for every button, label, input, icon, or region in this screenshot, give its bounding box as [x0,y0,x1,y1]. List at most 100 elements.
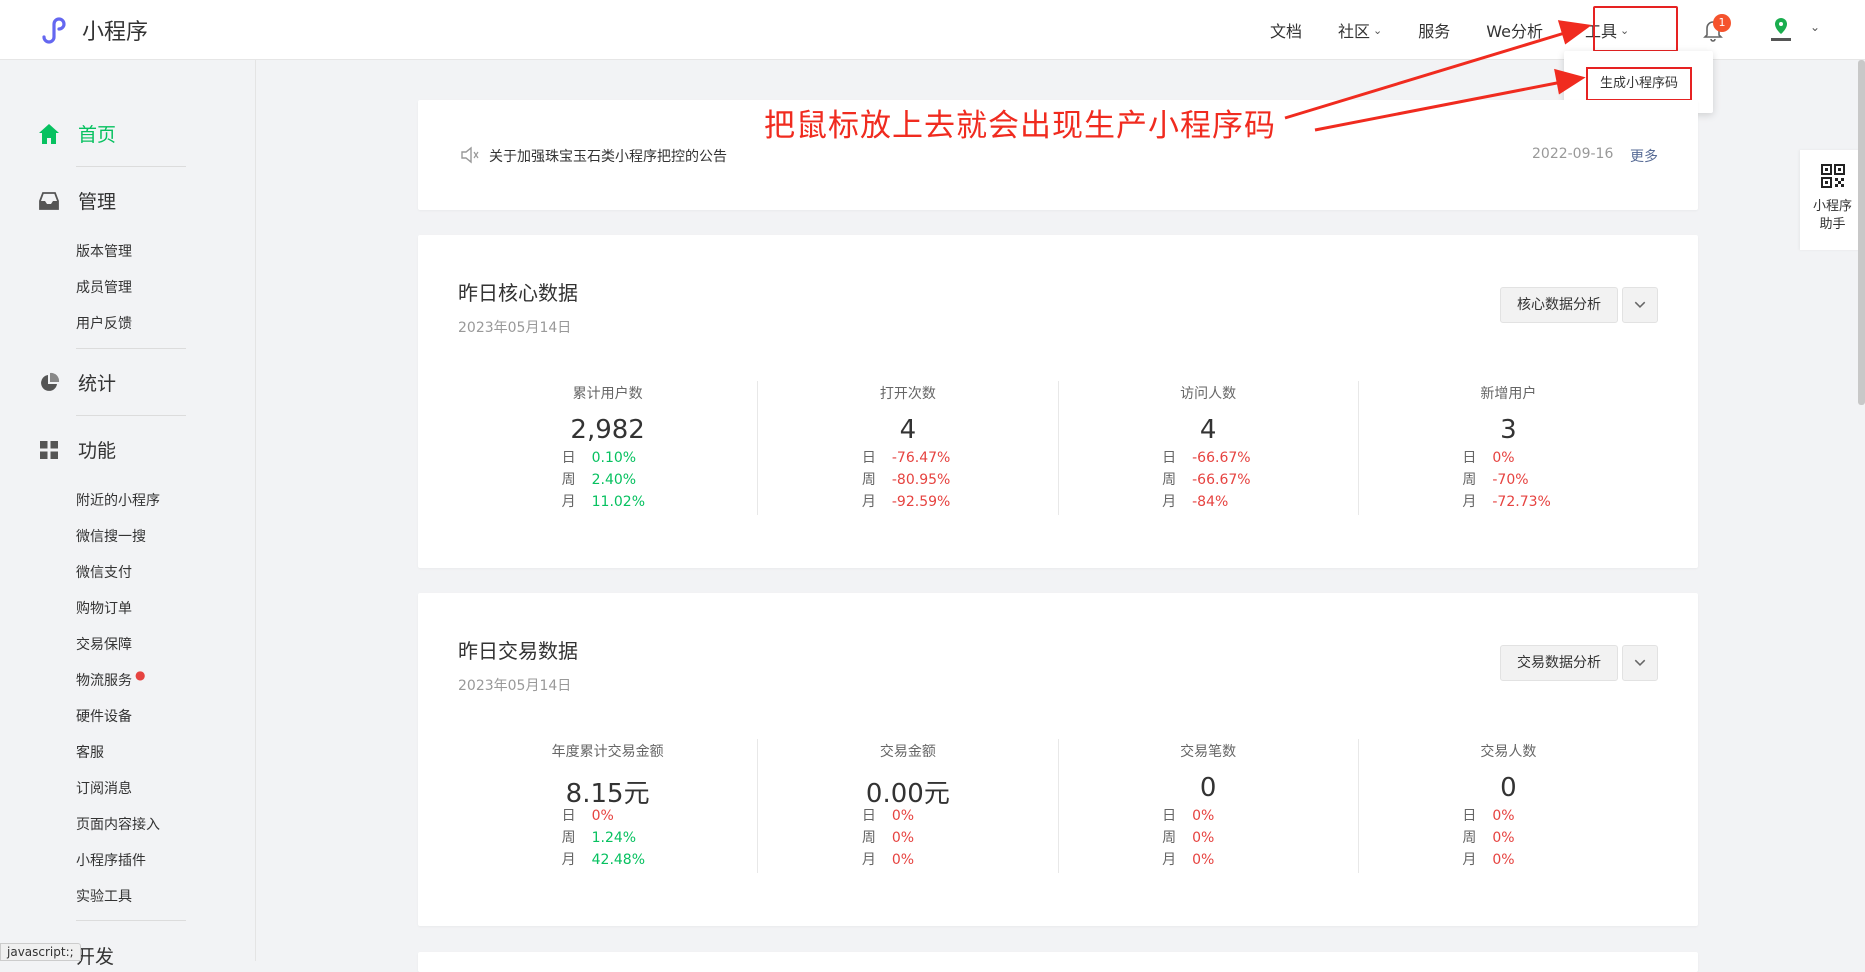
trend-value: 0.10% [591,450,637,466]
metric-trend-row: 月 42.48% [458,849,757,871]
nav-service[interactable]: 服务 [1418,18,1450,42]
trend-value: -66.67% [1192,472,1251,488]
metric-value: 0 [1500,773,1517,803]
sidebar-item-subscribe-msg[interactable]: 订阅消息 [76,778,132,798]
period-label: 日 [861,808,876,824]
period-label: 日 [1162,450,1177,466]
sidebar-item-plugins[interactable]: 小程序插件 [76,850,146,870]
metric-trend-row: 月 -72.73% [1359,491,1658,513]
trend-value: -92.59% [891,494,951,510]
sidebar-item-manage[interactable]: 管理 [38,187,116,214]
sidebar-item-nearby[interactable]: 附近的小程序 [76,490,160,510]
inbox-icon [39,191,59,210]
period-label: 月 [1462,852,1477,868]
metric-trend-row: 周 0% [1359,827,1658,849]
sidebar-item-page-content[interactable]: 页面内容接入 [76,814,160,834]
sidebar-item-hardware[interactable]: 硬件设备 [76,706,132,726]
metric-trend-row: 周 0% [758,827,1057,849]
notice-date: 2022-09-16 [1532,146,1614,162]
nav-community-label: 社区 [1338,22,1371,41]
metric-label: 新增用户 [1480,386,1537,402]
period-label: 月 [861,852,876,868]
metric-trend-row: 日 0% [758,805,1057,827]
app-name: 小程序 [82,20,149,45]
sidebar-item-label: 物流服务 [76,673,132,689]
period-label: 周 [1162,472,1177,488]
metric-value: 8.15元 [565,779,650,809]
trade-analysis-dropdown-button[interactable] [1622,645,1658,681]
period-label: 月 [561,852,576,868]
metric-label: 打开次数 [879,386,936,402]
metric-trend-row: 日 0% [1059,805,1358,827]
mini-program-assistant[interactable]: 小程序 助手 [1800,150,1865,250]
sidebar-item-customer-service[interactable]: 客服 [76,742,104,762]
notice-more-link[interactable]: 更多 [1630,146,1658,166]
period-label: 周 [561,472,576,488]
card-date: 2023年05月14日 [458,320,572,336]
metric-value: 2,982 [570,415,645,445]
trend-value: 42.48% [591,852,646,868]
trend-value: 11.02% [591,494,646,510]
trend-value: 0% [591,808,614,824]
sidebar-item-home[interactable]: 首页 [38,120,116,147]
notice-link[interactable]: 关于加强珠宝玉石类小程序把控的公告 [489,146,727,166]
metric-column: 交易金额 0.00元日 0% 周 0% 月 0% [757,739,1057,873]
card-title: 昨日核心数据 [458,281,578,305]
trade-analysis-button[interactable]: 交易数据分析 [1500,645,1618,681]
home-icon [39,123,59,144]
grid-icon [40,440,58,459]
metric-trend-row: 周 1.24% [458,827,757,849]
period-label: 月 [861,494,876,510]
period-label: 日 [1462,450,1477,466]
app-logo[interactable]: 小程序 [38,14,148,46]
sidebar-item-members[interactable]: 成员管理 [76,277,132,297]
account-avatar-icon[interactable] [1768,16,1794,44]
metric-trend-row: 周 -66.67% [1059,469,1358,491]
sidebar-item-orders[interactable]: 购物订单 [76,598,132,618]
sidebar-item-features[interactable]: 功能 [38,436,116,463]
core-analysis-button[interactable]: 核心数据分析 [1500,287,1618,323]
sidebar-item-logistics[interactable]: 物流服务 ● [76,668,146,690]
trend-value: -84% [1192,494,1229,510]
nav-community[interactable]: 社区 ⌄ [1338,18,1382,42]
metric-trend-row: 日 0% [458,805,757,827]
tools-highlight-box [1593,6,1678,52]
metric-value: 4 [1199,415,1217,445]
period-label: 周 [1462,472,1477,488]
sidebar-item-trade-guarantee[interactable]: 交易保障 [76,634,132,654]
speaker-icon [461,146,479,164]
core-analysis-dropdown-button[interactable] [1622,287,1658,323]
metric-column: 年度累计交易金额 8.15元日 0% 周 1.24% 月 42.48% [458,739,757,873]
sidebar-item-version[interactable]: 版本管理 [76,241,132,261]
period-label: 周 [561,830,576,846]
nav-docs[interactable]: 文档 [1270,18,1302,42]
page-scrollbar[interactable] [1858,60,1865,405]
metric-trend-row: 日 -76.47% [758,447,1057,469]
sidebar-item-wechat-search[interactable]: 微信搜一搜 [76,526,146,546]
period-label: 日 [861,450,876,466]
new-dot-badge: ● [135,668,146,682]
period-label: 月 [1162,852,1177,868]
metric-trend-row: 月 0% [758,849,1057,871]
metric-trend-row: 周 0% [1059,827,1358,849]
sidebar-item-develop[interactable]: 开发 [76,942,114,969]
period-label: 月 [561,494,576,510]
generate-qrcode-menu-item[interactable]: 生成小程序码 [1586,67,1692,101]
sidebar-item-wechat-pay[interactable]: 微信支付 [76,562,132,582]
sidebar-item-stats[interactable]: 统计 [38,369,116,396]
chevron-down-icon[interactable]: ⌄ [1810,20,1820,34]
divider [76,415,186,416]
period-label: 日 [1162,808,1177,824]
sidebar-item-lab-tools[interactable]: 实验工具 [76,886,132,906]
trend-value: -72.73% [1492,494,1551,510]
qrcode-icon [1820,164,1845,188]
metric-value: 0 [1199,773,1217,803]
metric-label: 交易人数 [1480,744,1537,760]
sidebar-item-feedback[interactable]: 用户反馈 [76,313,132,333]
notification-badge: 1 [1713,14,1731,32]
nav-we-analysis[interactable]: We分析 [1486,18,1543,42]
metric-value: 4 [899,415,917,445]
metric-label: 交易金额 [879,744,936,760]
status-bar-url: javascript:; [0,943,81,961]
metric-trend-row: 周 -80.95% [758,469,1057,491]
